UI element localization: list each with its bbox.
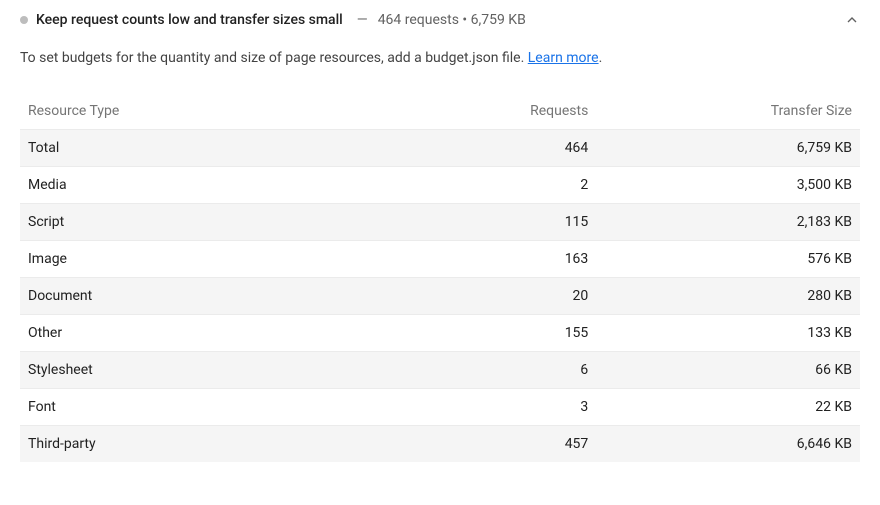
table-row: Third-party4576,646 KB [20,425,860,462]
table-row: Document20280 KB [20,277,860,314]
audit-description-text: To set budgets for the quantity and size… [20,50,528,66]
audit-header[interactable]: Keep request counts low and transfer siz… [20,12,860,28]
cell-transfer-size: 6,759 KB [588,140,852,156]
cell-resource-type: Third-party [28,436,407,452]
cell-transfer-size: 22 KB [588,399,852,415]
audit-description-suffix: . [599,50,603,66]
cell-requests: 163 [407,251,588,267]
resource-table: Resource Type Requests Transfer Size Tot… [20,93,860,462]
cell-transfer-size: 3,500 KB [588,177,852,193]
table-row: Font322 KB [20,388,860,425]
cell-resource-type: Stylesheet [28,362,407,378]
table-row: Script1152,183 KB [20,203,860,240]
cell-requests: 115 [407,214,588,230]
table-row: Total4646,759 KB [20,129,860,166]
cell-transfer-size: 6,646 KB [588,436,852,452]
audit-item: Keep request counts low and transfer siz… [0,0,880,482]
cell-requests: 2 [407,177,588,193]
learn-more-link[interactable]: Learn more [528,50,599,66]
cell-transfer-size: 576 KB [588,251,852,267]
col-header-transfer-size: Transfer Size [588,103,852,119]
cell-resource-type: Image [28,251,407,267]
cell-resource-type: Document [28,288,407,304]
cell-transfer-size: 280 KB [588,288,852,304]
cell-resource-type: Media [28,177,407,193]
separator-dash: — [357,12,368,28]
table-body: Total4646,759 KBMedia23,500 KBScript1152… [20,129,860,462]
table-row: Stylesheet666 KB [20,351,860,388]
cell-requests: 6 [407,362,588,378]
cell-resource-type: Other [28,325,407,341]
audit-summary: 464 requests • 6,759 KB [378,12,526,28]
table-row: Other155133 KB [20,314,860,351]
col-header-resource-type: Resource Type [28,103,407,119]
audit-title: Keep request counts low and transfer siz… [36,12,343,28]
cell-transfer-size: 2,183 KB [588,214,852,230]
table-row: Image163576 KB [20,240,860,277]
status-dot-icon [20,16,28,24]
cell-resource-type: Font [28,399,407,415]
cell-requests: 457 [407,436,588,452]
table-row: Media23,500 KB [20,166,860,203]
cell-resource-type: Script [28,214,407,230]
audit-description: To set budgets for the quantity and size… [20,48,860,69]
cell-requests: 20 [407,288,588,304]
cell-requests: 3 [407,399,588,415]
cell-requests: 464 [407,140,588,156]
chevron-up-icon[interactable] [844,12,860,28]
table-header-row: Resource Type Requests Transfer Size [20,93,860,129]
cell-transfer-size: 66 KB [588,362,852,378]
cell-requests: 155 [407,325,588,341]
cell-resource-type: Total [28,140,407,156]
cell-transfer-size: 133 KB [588,325,852,341]
col-header-requests: Requests [407,103,588,119]
